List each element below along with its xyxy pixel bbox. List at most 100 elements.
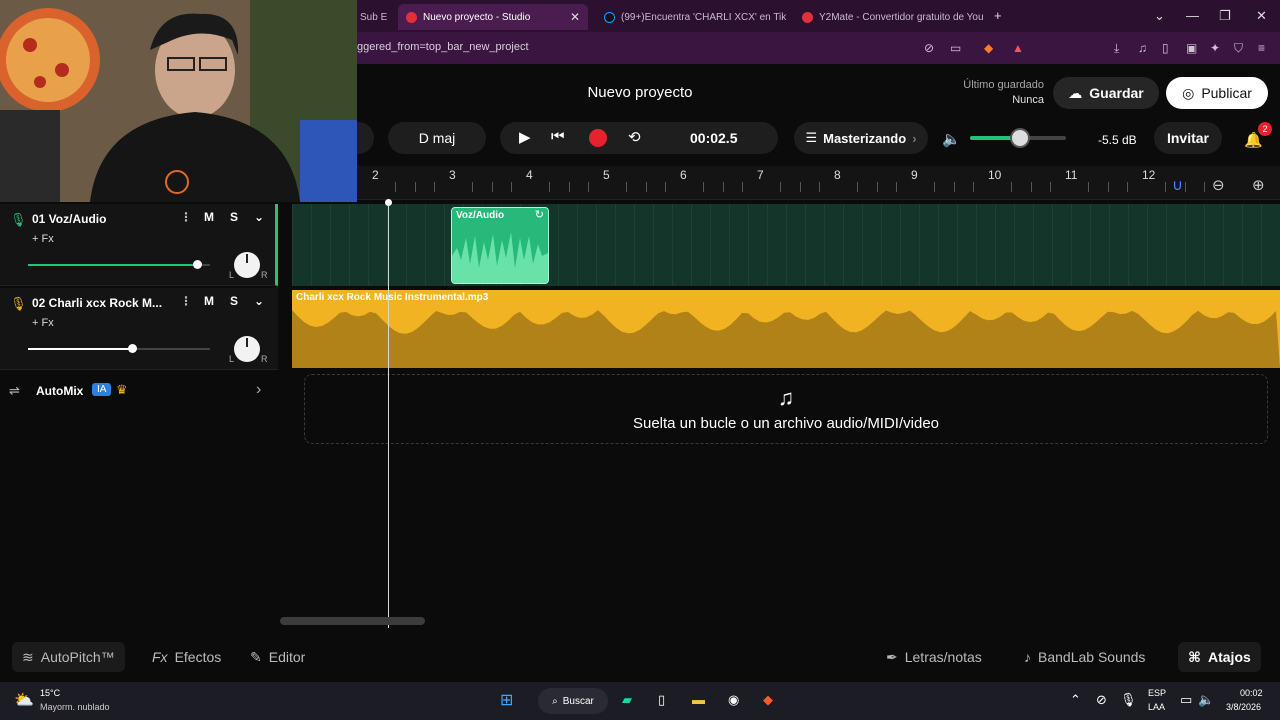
close-tab-icon[interactable]: ✕ — [570, 10, 580, 24]
maximize-icon[interactable]: ❐ — [1219, 8, 1231, 24]
media-icon[interactable]: ♫ — [1138, 41, 1147, 55]
pan-knob[interactable] — [234, 252, 260, 278]
audio-app-icon[interactable]: ▰ — [622, 692, 632, 708]
volume-knob[interactable] — [1009, 128, 1030, 148]
cast-icon[interactable]: ▭ — [950, 41, 961, 55]
last-saved-info: Último guardado Nunca — [963, 79, 1044, 106]
bandlab-sounds-tab[interactable]: ♪ BandLab Sounds — [1014, 642, 1155, 672]
voice-track-lane[interactable] — [292, 204, 1280, 286]
no-tracking-icon[interactable]: ⊘ — [924, 41, 934, 55]
track-header-music[interactable]: 🎙 02 Charli xcx Rock M... + Fx ⋮ M S ⌄ L… — [0, 288, 278, 370]
music-track-lane[interactable]: Charli xcx Rock Music Instrumental.mp3 — [292, 290, 1280, 368]
sounds-icon: ♪ — [1024, 649, 1031, 665]
autopitch-tab[interactable]: ≋ AutoPitch™ — [12, 642, 125, 672]
shortcuts-button[interactable]: ⌘ Atajos — [1178, 642, 1261, 672]
chevron-up-icon[interactable]: ⌃ — [1070, 692, 1081, 708]
horizontal-scrollbar[interactable] — [280, 617, 425, 625]
vpn-icon[interactable]: ⛉ — [1234, 41, 1243, 56]
brave-shield-icon[interactable]: ◆ — [984, 41, 993, 55]
ruler-tick — [1049, 182, 1051, 192]
windows-start-icon[interactable]: ⊞ — [500, 690, 513, 710]
zoom-out-icon[interactable]: ⊖ — [1212, 176, 1225, 194]
volume-tray-icon[interactable]: 🔈 — [1198, 692, 1214, 708]
key-selector[interactable]: D maj — [388, 122, 486, 154]
add-fx-button[interactable]: + Fx — [32, 233, 54, 245]
menu-icon[interactable]: ≡ — [1258, 41, 1265, 55]
file-explorer-icon[interactable]: ▬ — [692, 692, 705, 707]
tiktok-favicon-icon — [604, 11, 615, 23]
ruler-tick — [1088, 182, 1090, 192]
track-menu-icon[interactable]: ⋮ — [180, 210, 192, 224]
ruler-tick — [626, 182, 628, 192]
pan-knob[interactable] — [234, 336, 260, 362]
new-tab-icon[interactable]: + — [994, 8, 1002, 23]
lyrics-tab[interactable]: ✒ Letras/notas — [876, 642, 992, 672]
loop-icon[interactable]: ⟲ — [628, 128, 641, 146]
record-button[interactable] — [589, 129, 607, 147]
publish-button[interactable]: ◎ Publicar — [1166, 77, 1268, 109]
master-volume-slider[interactable] — [970, 128, 1066, 148]
loop-clip-icon[interactable]: ↻ — [535, 208, 544, 221]
track-volume-knob[interactable] — [127, 344, 137, 353]
chevron-down-icon[interactable]: ⌄ — [254, 294, 264, 308]
pan-right-label: R — [261, 354, 268, 364]
file-icon[interactable]: ▯ — [658, 692, 665, 708]
brave-browser-icon[interactable]: ◆ — [763, 692, 773, 708]
brave-rewards-icon[interactable]: ▲ — [1012, 41, 1024, 55]
clock[interactable]: 00:02 — [1240, 688, 1263, 698]
close-window-icon[interactable]: ✕ — [1256, 8, 1267, 24]
url-field[interactable]: ggered_from=top_bar_new_project — [357, 41, 529, 53]
solo-button[interactable]: S — [230, 210, 238, 224]
chevron-down-icon[interactable]: ⌄ — [254, 210, 264, 224]
solo-button[interactable]: S — [230, 294, 238, 308]
minimize-icon[interactable]: — — [1186, 8, 1199, 23]
ruler-tick — [549, 182, 551, 192]
weather-icon[interactable]: ⛅ — [14, 690, 34, 710]
track-menu-icon[interactable]: ⋮ — [180, 294, 192, 308]
add-fx-button[interactable]: + Fx — [32, 317, 54, 329]
mute-button[interactable]: M — [204, 210, 214, 224]
mastering-button[interactable]: ☰ Masterizando › — [794, 122, 928, 154]
voice-audio-clip[interactable]: Voz/Audio ↻ — [451, 207, 549, 284]
mute-button[interactable]: M — [204, 294, 214, 308]
skip-to-start-icon[interactable]: ⏮ — [551, 128, 565, 145]
track-header-voice[interactable]: 🎙 01 Voz/Audio + Fx ⋮ M S ⌄ L R — [0, 204, 278, 286]
browser-tab-tiktok[interactable]: (99+)Encuentra 'CHARLI XCX' en Tik — [596, 4, 786, 30]
language-indicator[interactable]: ESP — [1148, 688, 1166, 698]
display-icon[interactable]: ▭ — [1180, 692, 1192, 708]
play-icon[interactable]: ▶ — [519, 128, 531, 146]
project-title[interactable]: Nuevo proyecto — [560, 84, 720, 101]
tab-list-chevron-icon[interactable]: ⌄ — [1154, 8, 1165, 24]
chevron-right-icon[interactable]: › — [256, 381, 261, 399]
speaker-icon[interactable]: 🔈 — [942, 130, 961, 148]
save-button[interactable]: ☁ Guardar — [1053, 77, 1159, 109]
sidebar-icon[interactable]: ▯ — [1162, 41, 1169, 55]
browser-tab-y2mate[interactable]: Y2Mate - Convertidor gratuito de You — [794, 4, 984, 30]
mic-tray-icon[interactable]: 🎙 — [1120, 692, 1137, 708]
track-volume-knob[interactable] — [193, 260, 203, 269]
timeline-ruler[interactable]: ∪ ⊖ ⊕ 2 3 4 5 6 7 8 9 10 11 12 — [280, 166, 1280, 200]
browser-tab-studio[interactable]: Nuevo proyecto - Studio ✕ — [398, 4, 588, 30]
chrome-icon[interactable]: ◉ — [728, 692, 739, 708]
track-volume-slider[interactable] — [28, 260, 210, 269]
invite-button[interactable]: Invitar — [1154, 122, 1222, 154]
browser-tab-0[interactable]: Sub E — [352, 4, 390, 30]
automix-row[interactable]: ⇌ AutoMix IA ♛ › — [0, 374, 278, 408]
download-icon[interactable]: ⤓ — [1114, 41, 1119, 56]
ruler-tick — [972, 182, 974, 192]
network-icon[interactable]: ⊘ — [1096, 692, 1107, 708]
ruler-bar-number: 5 — [603, 168, 610, 182]
zoom-in-icon[interactable]: ⊕ — [1252, 176, 1265, 194]
taskbar-search[interactable]: ⌕ Buscar — [538, 688, 608, 714]
editor-tab[interactable]: ✎ Editor — [240, 642, 315, 672]
wallet-icon[interactable]: ▣ — [1186, 41, 1197, 55]
ruler-tick — [780, 182, 782, 192]
drop-zone[interactable]: ♫ Suelta un bucle o un archivo audio/MID… — [304, 374, 1268, 444]
snap-magnet-icon[interactable]: ∪ — [1172, 176, 1183, 194]
track-volume-slider[interactable] — [28, 344, 210, 353]
ruler-tick — [818, 182, 820, 192]
effects-tab[interactable]: Fx Efectos — [142, 642, 231, 672]
playhead-handle[interactable] — [385, 199, 392, 206]
leo-ai-icon[interactable]: ✦ — [1210, 41, 1220, 55]
playhead[interactable] — [388, 200, 389, 628]
